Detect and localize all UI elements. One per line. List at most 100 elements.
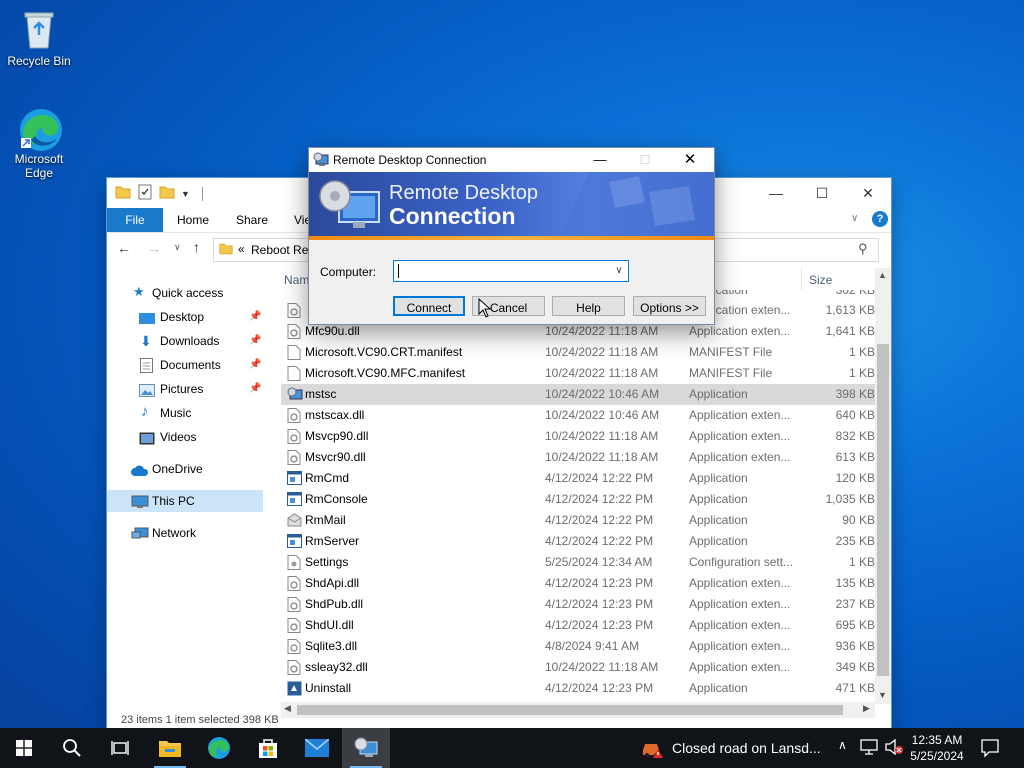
taskbar: Closed road on Lansd... ∧ 12:35 AM 5/25/…: [0, 728, 1024, 768]
minimize-button[interactable]: —: [753, 178, 799, 208]
tab-file[interactable]: File: [107, 208, 163, 232]
search-button[interactable]: [48, 728, 96, 768]
recent-locations-button[interactable]: ∨: [174, 242, 181, 253]
taskbar-mail[interactable]: [293, 728, 341, 768]
chevron-down-icon[interactable]: ∨: [851, 213, 858, 224]
desktop-icon-edge[interactable]: Microsoft Edge: [1, 106, 77, 180]
table-row[interactable]: Msvcr90.dll 10/24/2022 11:18 AM Applicatio…: [281, 447, 877, 468]
minimize-icon: —: [769, 185, 783, 201]
chevron-down-icon[interactable]: ∨: [612, 263, 626, 279]
file-type: Application exten...: [689, 618, 791, 632]
breadcrumb-overflow[interactable]: «: [238, 242, 245, 256]
help-button[interactable]: Help: [552, 296, 625, 316]
column-header-name[interactable]: Nam: [284, 270, 309, 290]
forward-button[interactable]: →: [147, 240, 161, 256]
notification-center-button[interactable]: [980, 738, 1000, 761]
table-row[interactable]: Uninstall 4/12/2024 12:23 PM Application 47…: [281, 678, 877, 699]
scroll-right-icon[interactable]: ▶: [863, 703, 870, 714]
news-widget[interactable]: Closed road on Lansd...: [640, 728, 826, 768]
desktop-icon-recycle-bin[interactable]: Recycle Bin: [1, 8, 77, 68]
nav-item-documents[interactable]: Documents 📌: [107, 354, 263, 376]
column-header-size[interactable]: Size: [809, 270, 832, 290]
search-icon[interactable]: ⚲: [858, 241, 868, 257]
help-icon[interactable]: ?: [872, 211, 888, 227]
dialog-banner: Remote Desktop Connection: [309, 172, 714, 240]
scroll-up-icon[interactable]: ▲: [878, 270, 887, 280]
scroll-down-icon[interactable]: ▼: [878, 690, 887, 700]
table-row[interactable]: ShdUI.dll 4/12/2024 12:23 PM Application e…: [281, 615, 877, 636]
back-button[interactable]: ←: [117, 240, 131, 256]
minimize-button[interactable]: —: [585, 148, 615, 172]
close-button[interactable]: ✕: [675, 148, 705, 172]
nav-item-music[interactable]: ♪ Music: [107, 402, 263, 424]
start-button[interactable]: [0, 728, 48, 768]
file-size: 1 KB: [848, 366, 875, 380]
table-row[interactable]: Settings 5/25/2024 12:34 AM Configuration …: [281, 552, 877, 573]
scroll-left-icon[interactable]: ◀: [284, 703, 291, 714]
traffic-alert-icon: [640, 736, 664, 763]
table-row[interactable]: ShdPub.dll 4/12/2024 12:23 PM Application …: [281, 594, 877, 615]
breadcrumb[interactable]: Reboot Res: [251, 243, 314, 257]
column-divider[interactable]: [801, 268, 802, 290]
horizontal-scrollbar[interactable]: ◀ ▶: [281, 702, 875, 718]
connect-button[interactable]: Connect: [393, 296, 465, 316]
table-row[interactable]: Sqlite3.dll 4/8/2024 9:41 AM Application e…: [281, 636, 877, 657]
nav-item-onedrive[interactable]: OneDrive: [107, 458, 263, 480]
show-hidden-icons-button[interactable]: ∧: [838, 738, 847, 752]
table-row[interactable]: RmServer 4/12/2024 12:22 PM Application 235…: [281, 531, 877, 552]
table-row[interactable]: Microsoft.VC90.MFC.manifest 10/24/2022 11…: [281, 363, 877, 384]
file-date-modified: 4/12/2024 12:23 PM: [545, 597, 654, 611]
taskbar-file-explorer[interactable]: [146, 728, 194, 768]
nav-item-network[interactable]: Network: [107, 522, 263, 544]
volume-muted-icon[interactable]: [884, 738, 904, 758]
nav-item-label: OneDrive: [152, 462, 203, 476]
properties-icon[interactable]: [137, 184, 153, 203]
taskbar-edge[interactable]: [195, 728, 243, 768]
nav-item-this-pc[interactable]: This PC: [107, 490, 263, 512]
dialog-title-bar[interactable]: Remote Desktop Connection — ☐ ✕: [309, 148, 714, 172]
tab-home[interactable]: Home: [177, 208, 209, 232]
table-row[interactable]: ssleay32.dll 10/24/2022 11:18 AM Applicati…: [281, 657, 877, 678]
table-row[interactable]: RmConsole 4/12/2024 12:22 PM Application 1,…: [281, 489, 877, 510]
nav-item-label: This PC: [152, 494, 195, 508]
nav-item-videos[interactable]: Videos: [107, 426, 263, 448]
tab-share[interactable]: Share: [236, 208, 268, 232]
status-text: 23 items 1 item selected 398 KB: [121, 714, 279, 726]
table-row[interactable]: RmMail 4/12/2024 12:22 PM Application 90 KB: [281, 510, 877, 531]
scroll-thumb[interactable]: [297, 705, 843, 715]
banner-title-line2: Connection: [389, 203, 516, 229]
new-folder-icon[interactable]: [159, 185, 175, 202]
table-row[interactable]: mstsc 10/24/2022 10:46 AM Application 398 K…: [281, 384, 877, 405]
taskbar-store[interactable]: [244, 728, 292, 768]
table-row[interactable]: ShdApi.dll 4/12/2024 12:23 PM Application …: [281, 573, 877, 594]
windows-logo-icon: [16, 740, 32, 756]
table-row[interactable]: Msvcp90.dll 10/24/2022 11:18 AM Applicatio…: [281, 426, 877, 447]
table-row[interactable]: Microsoft.VC90.CRT.manifest 10/24/2022 11…: [281, 342, 877, 363]
maximize-button[interactable]: ☐: [799, 178, 845, 208]
table-row[interactable]: Mfc90u.dll 10/24/2022 11:18 AM Application…: [281, 321, 877, 342]
system-clock[interactable]: 12:35 AM 5/25/2024: [904, 732, 970, 764]
nav-item-desktop[interactable]: Desktop 📌: [107, 306, 263, 328]
maximize-button: ☐: [630, 148, 660, 172]
taskbar-remote-desktop[interactable]: [342, 728, 390, 768]
network-tray-icon[interactable]: [860, 739, 878, 758]
computer-input[interactable]: ∨: [393, 260, 629, 282]
vertical-scrollbar[interactable]: ▲ ▼: [875, 268, 891, 704]
chevron-down-icon: ∨: [174, 242, 181, 252]
nav-item-downloads[interactable]: ⬇ Downloads 📌: [107, 330, 263, 352]
file-name: Sqlite3.dll: [305, 639, 358, 653]
task-view-button[interactable]: [96, 728, 144, 768]
file-size: 832 KB: [835, 429, 875, 443]
nav-item-quick-access[interactable]: ★ Quick access: [107, 282, 263, 304]
store-icon: [259, 739, 277, 758]
scroll-thumb[interactable]: [877, 344, 889, 676]
remote-desktop-dialog[interactable]: Remote Desktop Connection — ☐ ✕ Remote D…: [309, 148, 714, 324]
table-row[interactable]: mstscax.dll 10/24/2022 10:46 AM Applicatio…: [281, 405, 877, 426]
up-button[interactable]: ↑: [193, 239, 200, 255]
file-date-modified: 4/12/2024 12:23 PM: [545, 618, 654, 632]
close-button[interactable]: ✕: [845, 178, 891, 208]
options-button[interactable]: Options >>: [633, 296, 706, 316]
table-row[interactable]: RmCmd 4/12/2024 12:22 PM Application 120 KB: [281, 468, 877, 489]
nav-item-pictures[interactable]: Pictures 📌: [107, 378, 263, 400]
chevron-down-icon[interactable]: ▼: [181, 189, 190, 199]
